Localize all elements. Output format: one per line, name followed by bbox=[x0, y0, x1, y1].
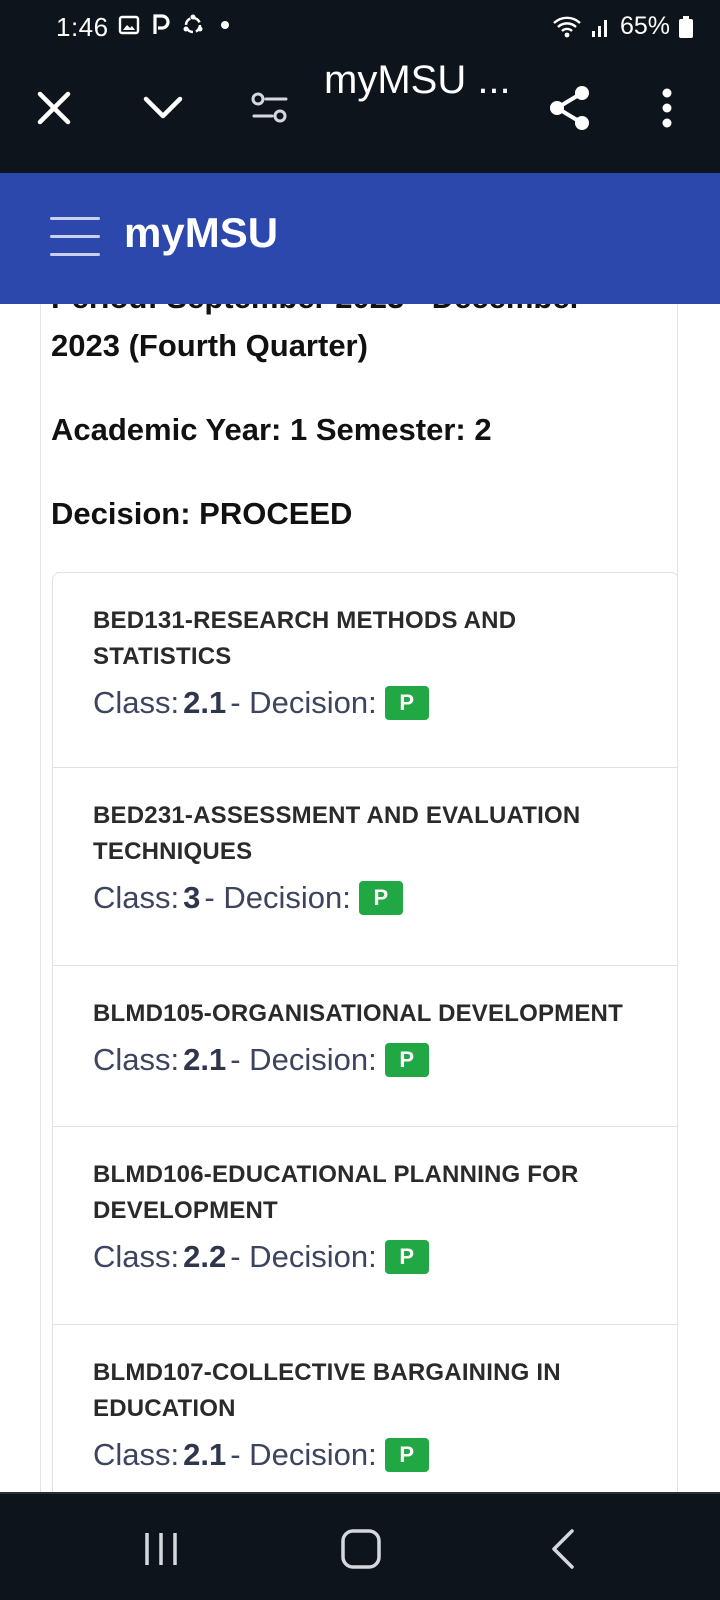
course-class-decision: Class: 2.2 - Decision: P bbox=[93, 1239, 648, 1275]
sync-icon bbox=[183, 14, 203, 34]
battery-percentage: 65% bbox=[619, 12, 670, 40]
course-class-decision: Class: 2.1 - Decision: P bbox=[93, 1042, 648, 1078]
class-value: 2.1 bbox=[183, 685, 227, 720]
decision-badge: P bbox=[384, 1438, 429, 1472]
minimize-button[interactable] bbox=[139, 84, 187, 132]
recent-apps-icon bbox=[145, 1533, 177, 1565]
dot-icon bbox=[221, 21, 229, 29]
status-time: 1:46 bbox=[56, 12, 109, 42]
back-button[interactable] bbox=[533, 1524, 593, 1574]
decision-badge: P bbox=[384, 1240, 429, 1274]
course-name: BED131-RESEARCH METHODS AND STATISTICS bbox=[93, 607, 517, 670]
close-button[interactable] bbox=[30, 84, 78, 132]
menu-line bbox=[50, 253, 100, 256]
home-button[interactable] bbox=[331, 1524, 391, 1574]
course-name: BED231-ASSESSMENT AND EVALUATION TECHNIQ… bbox=[93, 802, 581, 865]
class-value: 3 bbox=[183, 880, 201, 915]
menu-button[interactable] bbox=[50, 217, 100, 257]
browser-toolbar: myMSU ... bbox=[0, 54, 720, 173]
course-class-decision: Class: 3 - Decision: P bbox=[93, 880, 648, 916]
overall-decision: Decision: PROCEED bbox=[51, 496, 353, 531]
share-button[interactable] bbox=[546, 84, 594, 132]
tune-icon bbox=[251, 92, 288, 123]
share-icon bbox=[550, 86, 589, 130]
more-vertical-icon bbox=[662, 88, 672, 128]
system-nav-bar bbox=[0, 1492, 720, 1600]
list-item: BED131-RESEARCH METHODS AND STATISTICS C… bbox=[53, 573, 677, 768]
course-list: BED131-RESEARCH METHODS AND STATISTICS C… bbox=[52, 572, 677, 1492]
course-name: BLMD107-COLLECTIVE BARGAINING IN EDUCATI… bbox=[93, 1359, 561, 1422]
decision-badge: P bbox=[384, 1043, 429, 1077]
wifi-icon bbox=[553, 16, 581, 37]
site-settings-button[interactable] bbox=[246, 84, 294, 132]
status-right: 65% bbox=[552, 12, 694, 41]
app-title[interactable]: myMSU bbox=[124, 209, 278, 257]
class-value: 2.1 bbox=[183, 1042, 227, 1077]
close-icon bbox=[37, 91, 71, 125]
class-value: 2.1 bbox=[183, 1437, 227, 1472]
notification-icons bbox=[118, 14, 236, 36]
parking-icon bbox=[153, 14, 170, 34]
menu-line bbox=[50, 235, 100, 238]
menu-line bbox=[50, 217, 100, 220]
decision-badge: P bbox=[384, 686, 429, 720]
status-bar: 1:46 65% bbox=[0, 0, 720, 54]
app-header: myMSU bbox=[0, 173, 720, 304]
course-class-decision: Class: 2.1 - Decision: P bbox=[93, 685, 648, 721]
list-item: BLMD107-COLLECTIVE BARGAINING IN EDUCATI… bbox=[53, 1325, 677, 1492]
list-item: BED231-ASSESSMENT AND EVALUATION TECHNIQ… bbox=[53, 768, 677, 966]
academic-year-semester: Academic Year: 1 Semester: 2 bbox=[51, 412, 492, 447]
period-text: Period: September 2023 - December bbox=[51, 304, 582, 316]
browser-title: myMSU ... bbox=[324, 58, 511, 102]
signal-icon bbox=[591, 19, 607, 37]
period-text-continued: 2023 (Fourth Quarter) bbox=[51, 328, 368, 363]
home-icon bbox=[341, 1529, 381, 1569]
recent-apps-button[interactable] bbox=[131, 1524, 191, 1574]
results-card: Period: September 2023 - December 2023 (… bbox=[40, 304, 678, 1492]
list-item: BLMD105-ORGANISATIONAL DEVELOPMENT Class… bbox=[53, 966, 677, 1127]
list-item: BLMD106-EDUCATIONAL PLANNING FOR DEVELOP… bbox=[53, 1127, 677, 1325]
battery-icon bbox=[679, 15, 693, 38]
back-icon bbox=[552, 1529, 574, 1569]
image-icon bbox=[118, 15, 140, 35]
class-value: 2.2 bbox=[183, 1239, 227, 1274]
course-class-decision: Class: 2.1 - Decision: P bbox=[93, 1437, 648, 1473]
course-name: BLMD106-EDUCATIONAL PLANNING FOR DEVELOP… bbox=[93, 1161, 579, 1224]
course-name: BLMD105-ORGANISATIONAL DEVELOPMENT bbox=[93, 1000, 623, 1027]
chevron-down-icon bbox=[143, 96, 183, 119]
decision-badge: P bbox=[358, 881, 403, 915]
more-options-button[interactable] bbox=[643, 84, 691, 132]
